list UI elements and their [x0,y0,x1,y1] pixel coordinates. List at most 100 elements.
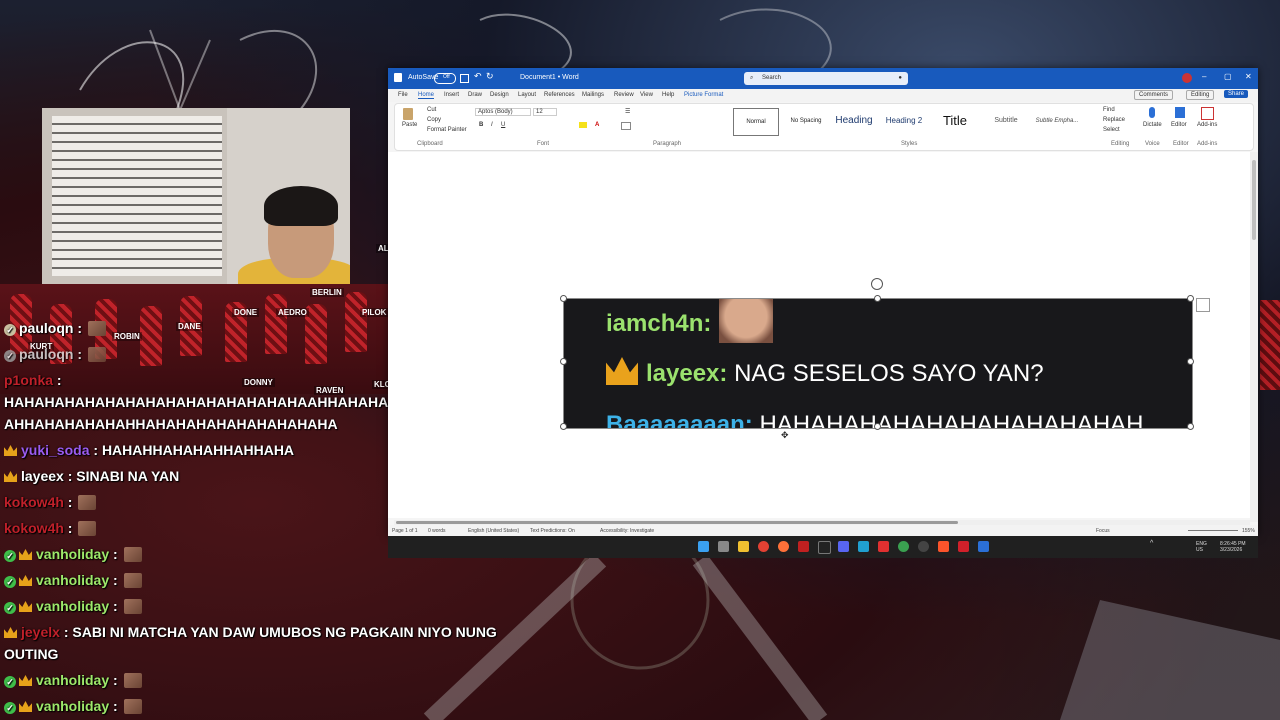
resize-handle[interactable] [1187,423,1194,430]
rotate-handle-icon[interactable] [871,278,883,290]
style-subtle-emphasis[interactable]: Subtle Empha... [1031,108,1083,134]
chat-message: layeex : SINABI NA YAN [4,468,179,484]
cut-button[interactable]: Cut [427,107,436,113]
layout-options-icon[interactable] [1196,298,1210,312]
word-icon[interactable] [978,541,989,552]
chat-username: p1onka [4,372,54,388]
task-view-icon[interactable] [718,541,729,552]
bullets-icon[interactable]: ☰ [625,108,630,115]
discord-icon[interactable] [838,541,849,552]
resize-handle[interactable] [560,423,567,430]
app-icon[interactable] [798,541,809,552]
style-heading-2[interactable]: Heading 2 [881,108,927,134]
file-explorer-icon[interactable] [738,541,749,552]
font-color-icon[interactable]: A [595,122,599,128]
format-painter-button[interactable]: Format Painter [427,127,467,133]
microphone-icon[interactable]: ● [898,72,902,85]
pasted-chat-image[interactable]: iamch4n: layeex: NAG SESELOS SAYO YAN? B… [563,298,1193,429]
obs-icon[interactable] [918,541,929,552]
tab-review[interactable]: Review [614,92,634,98]
editing-mode-button[interactable]: Editing [1186,90,1215,100]
resize-handle[interactable] [874,423,881,430]
italic-button[interactable]: I [491,122,493,128]
addins-icon[interactable] [1201,107,1214,120]
zoom-level[interactable]: 155% [1242,528,1255,534]
tab-design[interactable]: Design [490,92,509,98]
resize-handle[interactable] [560,295,567,302]
windows-taskbar: ^ ENG US 8:26:45 PM 3/23/2026 [388,536,1258,558]
tray-lang[interactable]: ENG US [1196,541,1207,553]
close-button[interactable]: ✕ [1245,72,1252,81]
tab-help[interactable]: Help [662,92,674,98]
tab-picture-format[interactable]: Picture Format [684,92,723,98]
chrome-icon[interactable] [898,541,909,552]
focus-button[interactable]: Focus [1096,528,1110,534]
account-avatar[interactable] [1182,73,1192,83]
editor-button[interactable]: Editor [1171,122,1187,128]
paste-icon[interactable] [403,108,413,120]
tab-layout[interactable]: Layout [518,92,536,98]
style-heading[interactable]: Heading [831,108,877,134]
font-size-select[interactable]: 12 [533,108,557,116]
app-icon[interactable] [858,541,869,552]
style-title[interactable]: Title [933,108,977,134]
copy-button[interactable]: Copy [427,117,441,123]
resize-handle[interactable] [1187,358,1194,365]
page-count[interactable]: Page 1 of 1 [392,528,418,534]
tab-file[interactable]: File [398,92,408,98]
tray-chevron-icon[interactable]: ^ [1150,540,1153,547]
style-normal-label: Normal [746,119,766,125]
chat-username: vanholiday [36,598,110,614]
microphone-icon[interactable] [1149,107,1155,118]
resize-handle[interactable] [874,295,881,302]
underline-button[interactable]: U [501,122,505,128]
share-button[interactable]: Share [1224,90,1249,98]
search-box[interactable]: ⌕ Search ● [744,72,908,85]
find-button[interactable]: Find [1103,107,1115,113]
scrollbar-thumb[interactable] [1252,160,1256,240]
word-count[interactable]: 0 words [428,528,446,534]
tab-mailings[interactable]: Mailings [582,92,604,98]
style-no-spacing[interactable]: No Spacing [785,108,827,134]
editing-group-label: Editing [1111,141,1130,147]
scrollbar-thumb[interactable] [396,521,958,524]
paste-label[interactable]: Paste [402,122,417,128]
bold-button[interactable]: B [479,122,483,128]
firefox-icon[interactable] [778,541,789,552]
minimize-button[interactable]: – [1202,72,1206,81]
text-predictions-status[interactable]: Text Predictions: On [530,528,575,534]
tray-clock[interactable]: 8:26:45 PM 3/23/2026 [1220,541,1246,553]
vertical-scrollbar[interactable] [1250,152,1258,522]
comments-button[interactable]: Comments [1134,90,1174,100]
align-left-icon[interactable] [621,122,631,130]
tab-view[interactable]: View [640,92,653,98]
start-icon[interactable] [698,541,709,552]
tab-home[interactable]: Home [418,92,435,99]
brave-icon[interactable] [938,541,949,552]
select-button[interactable]: Select [1103,127,1120,133]
font-name-select[interactable]: Aptos (Body) [475,108,531,116]
app-icon[interactable] [878,541,889,552]
tab-insert[interactable]: Insert [444,92,459,98]
replace-button[interactable]: Replace [1103,117,1125,123]
zoom-slider[interactable] [1188,530,1238,531]
style-subtitle[interactable]: Subtitle [983,108,1029,134]
tab-draw[interactable]: Draw [468,92,482,98]
acrobat-icon[interactable] [958,541,969,552]
redo-icon[interactable]: ↻ [486,71,494,82]
editor-icon[interactable] [1175,107,1185,118]
addins-button[interactable]: Add-ins [1197,122,1217,128]
tab-references[interactable]: References [544,92,575,98]
maximize-button[interactable]: ▢ [1224,72,1232,81]
style-normal[interactable]: Normal [733,108,779,136]
undo-icon[interactable]: ↶ [474,71,482,82]
resize-handle[interactable] [560,358,567,365]
app-icon[interactable] [818,541,831,554]
save-icon[interactable] [460,74,469,83]
resize-handle[interactable] [1187,295,1194,302]
dictate-button[interactable]: Dictate [1143,122,1162,128]
language-status[interactable]: English (United States) [468,528,519,534]
accessibility-status[interactable]: Accessibility: Investigate [600,528,654,534]
highlight-icon[interactable] [579,122,587,128]
chrome-icon[interactable] [758,541,769,552]
